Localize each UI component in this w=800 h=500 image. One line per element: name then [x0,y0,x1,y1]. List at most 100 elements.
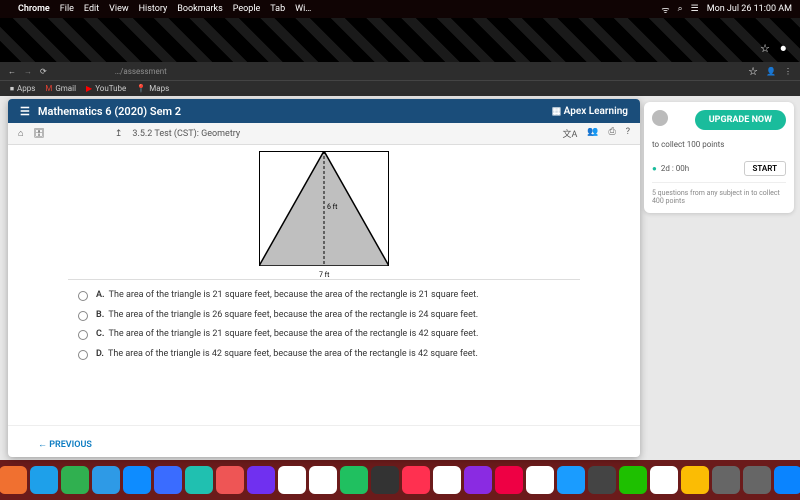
dock-app-15[interactable] [433,466,461,494]
menu-tab[interactable]: Tab [270,4,285,14]
menu-history[interactable]: History [139,4,168,14]
translate-icon[interactable]: 文A [562,127,577,140]
dock-app-9[interactable] [247,466,275,494]
dock-app-26[interactable] [774,466,800,494]
previous-button[interactable]: ← PREVIOUS [38,440,92,450]
kebab-menu-icon[interactable]: ⋮ [784,67,792,76]
dock-app-24[interactable] [712,466,740,494]
profile-button[interactable]: 👤 [766,67,776,76]
radio-icon[interactable] [78,330,88,340]
menu-file[interactable]: File [60,4,74,14]
radio-icon[interactable] [78,311,88,321]
dock-app-20[interactable] [588,466,616,494]
dock-app-13[interactable] [371,466,399,494]
dock-app-11[interactable] [309,466,337,494]
macos-menubar: Chrome File Edit View History Bookmarks … [0,0,800,18]
avatar[interactable] [652,110,668,126]
bookmark-apps[interactable]: ⏹Apps [10,84,35,94]
dock-app-12[interactable] [340,466,368,494]
course-title: Mathematics 6 (2020) Sem 2 [38,105,181,118]
dock-app-7[interactable] [185,466,213,494]
dock-app-19[interactable] [557,466,585,494]
brand-logo[interactable]: ▦ Apex Learning [552,106,628,117]
menu-window[interactable]: Wi… [295,4,311,14]
bookmark-gmail[interactable]: MGmail [45,84,76,93]
control-center-icon[interactable]: ☰ [691,4,699,14]
maps-icon: 📍 [136,84,146,93]
app-name[interactable]: Chrome [18,4,50,14]
wifi-icon[interactable]: ᯤ [661,3,669,16]
main-area: ☰ Mathematics 6 (2020) Sem 2 ▦ Apex Lear… [0,96,800,460]
dock-app-23[interactable] [681,466,709,494]
dock-app-14[interactable] [402,466,430,494]
briefcase-icon[interactable]: 🗄 [33,129,44,139]
menu-people[interactable]: People [233,4,261,14]
timer: 2d : 00h [661,164,689,173]
dock-app-1[interactable] [0,466,27,494]
up-arrow-icon[interactable]: ↥ [115,129,123,139]
dock-app-22[interactable] [650,466,678,494]
nav-footer: ← PREVIOUS [8,425,640,457]
dock-app-10[interactable] [278,466,306,494]
forward-button[interactable]: → [24,67,32,76]
bookmark-star-icon[interactable]: ☆ [748,65,758,78]
help-icon[interactable]: ? [626,127,630,140]
dock-app-3[interactable] [61,466,89,494]
clock-icon: ● [652,164,657,173]
question-body: 6 ft 7 ft A. The area of the triangle is… [8,145,640,425]
base-label: 7 ft [319,271,329,279]
dock-app-25[interactable] [743,466,771,494]
search-icon[interactable]: ⌕ [678,4,683,14]
choice-B[interactable]: B. The area of the triangle is 26 square… [78,310,610,322]
bookmark-maps[interactable]: 📍Maps [136,84,169,93]
course-header: ☰ Mathematics 6 (2020) Sem 2 ▦ Apex Lear… [8,99,640,123]
lesson-panel: ☰ Mathematics 6 (2020) Sem 2 ▦ Apex Lear… [8,99,640,457]
upgrade-button[interactable]: UPGRADE NOW [695,110,786,130]
home-icon[interactable]: ⌂ [18,128,23,139]
start-button[interactable]: START [744,161,787,176]
answer-choices: A. The area of the triangle is 21 square… [78,290,610,361]
goal-text-1: to collect 100 points [652,140,724,149]
dock-app-18[interactable] [526,466,554,494]
hamburger-icon[interactable]: ☰ [20,105,30,118]
menu-edit[interactable]: Edit [84,4,99,14]
divider [68,279,580,280]
macos-dock [0,460,800,500]
apps-icon: ⏹ [10,84,14,94]
gmail-icon: M [45,84,52,93]
print-icon[interactable]: ⎙ [609,127,616,140]
dock-app-2[interactable] [30,466,58,494]
test-bar: ⌂ 🗄 ↥ 3.5.2 Test (CST): Geometry 文A 👥 ⎙ … [8,123,640,145]
clock[interactable]: Mon Jul 26 11:00 AM [707,4,792,14]
dock-app-16[interactable] [464,466,492,494]
dock-app-21[interactable] [619,466,647,494]
radio-icon[interactable] [78,291,88,301]
browser-nav-bar: ← → ⟳ …/assessment ☆ 👤 ⋮ [0,62,800,80]
choice-D[interactable]: D. The area of the triangle is 42 square… [78,349,610,361]
choice-C[interactable]: C. The area of the triangle is 21 square… [78,329,610,341]
side-panel: UPGRADE NOW to collect 100 points ● 2d :… [640,96,800,460]
people-icon[interactable]: 👥 [587,127,598,140]
menu-view[interactable]: View [109,4,128,14]
gamification-card: UPGRADE NOW to collect 100 points ● 2d :… [644,102,794,213]
redacted-tabs-area: ☆ ⏺ [0,18,800,62]
star-icon[interactable]: ☆ [760,42,770,55]
dock-app-6[interactable] [154,466,182,494]
triangle-figure: 6 ft 7 ft [259,151,389,271]
dock-app-8[interactable] [216,466,244,494]
reload-button[interactable]: ⟳ [40,67,47,76]
menu-bookmarks[interactable]: Bookmarks [177,4,222,14]
goal-text-2: 5 questions from any subject in to colle… [652,182,786,205]
dock-app-5[interactable] [123,466,151,494]
choice-A[interactable]: A. The area of the triangle is 21 square… [78,290,610,302]
height-label: 6 ft [327,203,337,211]
profile-icon[interactable]: ⏺ [781,42,787,56]
radio-icon[interactable] [78,350,88,360]
back-button[interactable]: ← [8,67,16,76]
bookmark-youtube[interactable]: ▶YouTube [86,84,126,93]
dock-app-17[interactable] [495,466,523,494]
dock-app-4[interactable] [92,466,120,494]
url-fragment[interactable]: …/assessment [115,67,167,76]
youtube-icon: ▶ [86,84,92,93]
test-breadcrumb: 3.5.2 Test (CST): Geometry [132,129,240,139]
